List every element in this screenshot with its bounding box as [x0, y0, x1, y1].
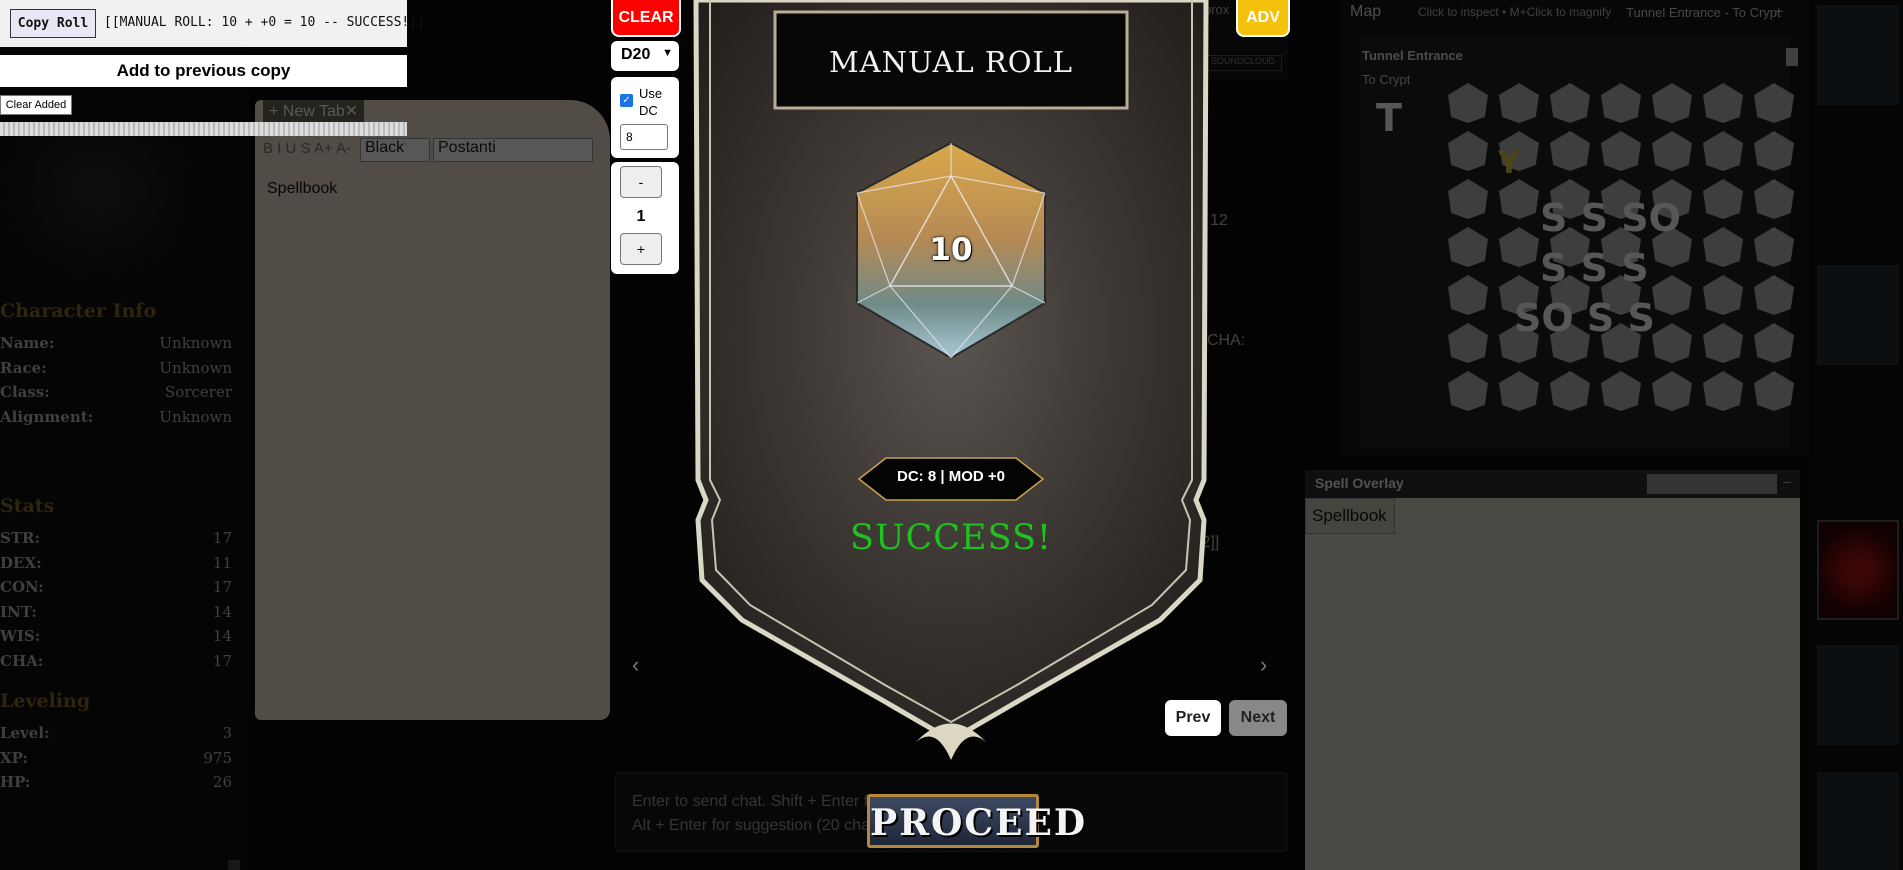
die-type-select[interactable]: D20 ▼ [611, 41, 679, 71]
chevron-left-icon[interactable]: ‹ [632, 652, 639, 678]
die-type-value: D20 [621, 46, 651, 63]
roll-outcome: SUCCESS! [850, 518, 1052, 558]
dice-count-panel: - 1 + [611, 162, 679, 274]
use-dc-label: Use DC [639, 86, 663, 118]
advantage-button[interactable]: ADV [1236, 0, 1290, 37]
prev-button[interactable]: Prev [1165, 700, 1221, 736]
dc-panel: ✓ Use DC 8 [611, 77, 679, 158]
divider [0, 122, 407, 136]
dc-input[interactable]: 8 [620, 124, 668, 150]
chevron-right-icon[interactable]: › [1260, 652, 1267, 678]
proceed-label: PROCEED [870, 802, 1088, 844]
copy-roll-button[interactable]: Copy Roll [10, 9, 96, 38]
use-dc-checkbox[interactable]: ✓ [620, 94, 633, 107]
proceed-button[interactable]: PROCEED [867, 794, 1088, 848]
copy-roll-text: [[MANUAL ROLL: 10 + +0 = 10 -- SUCCESS!]… [104, 15, 425, 30]
copy-roll-bar: Copy Roll [[MANUAL ROLL: 10 + +0 = 10 --… [0, 0, 425, 47]
banner-frame [693, 0, 1209, 760]
roll-banner: MANUAL ROLL 10 DC: 8 | MOD +0 SUCCESS! [690, 0, 1212, 790]
increment-button[interactable]: + [620, 233, 662, 265]
roll-title: MANUAL ROLL [828, 45, 1074, 79]
next-button[interactable]: Next [1229, 700, 1287, 736]
chevron-down-icon: ▼ [662, 47, 673, 59]
clear-added-button[interactable]: Clear Added [0, 95, 72, 115]
die-result: 10 [929, 232, 973, 268]
clear-button[interactable]: CLEAR [611, 0, 681, 37]
dc-mod-badge: DC: 8 | MOD +0 [897, 468, 1005, 485]
decrement-button[interactable]: - [620, 166, 662, 198]
dice-count: 1 [636, 208, 646, 225]
add-to-previous-button[interactable]: Add to previous copy [0, 55, 407, 87]
